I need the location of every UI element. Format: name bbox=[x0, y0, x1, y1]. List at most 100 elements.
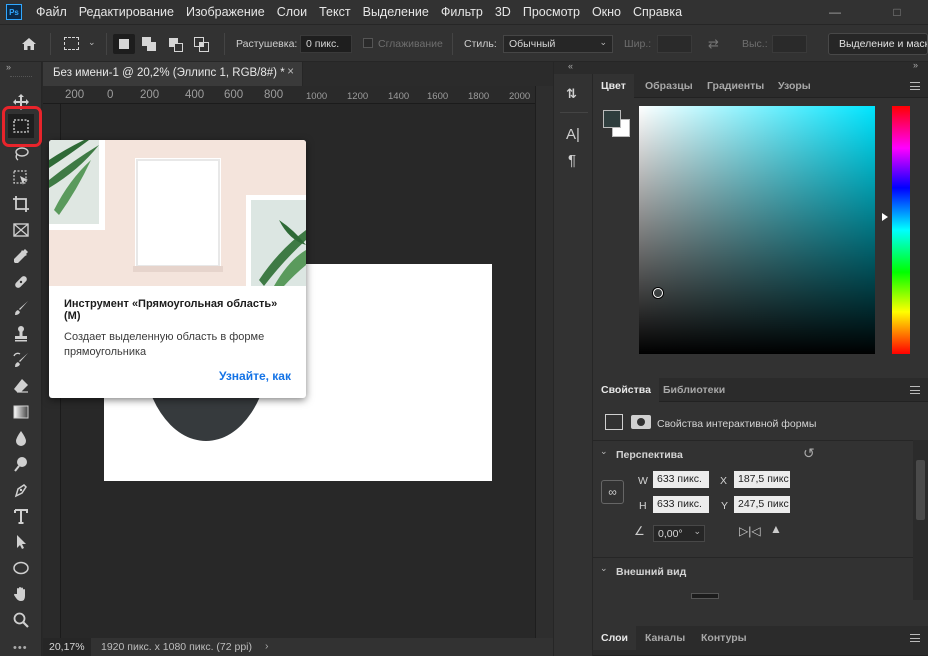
height-input[interactable] bbox=[772, 35, 807, 53]
crop-tool-icon[interactable] bbox=[8, 192, 34, 216]
foreground-color-swatch[interactable] bbox=[603, 110, 621, 128]
feather-input[interactable]: 0 пикс. bbox=[300, 35, 352, 53]
ruler-tick: 2000 bbox=[509, 91, 531, 102]
flip-vertical-icon[interactable]: ▲ bbox=[770, 522, 782, 536]
new-selection-button[interactable] bbox=[113, 34, 135, 54]
panel-menu-icon[interactable] bbox=[910, 634, 920, 642]
intersect-selection-button[interactable] bbox=[191, 34, 213, 54]
hue-slider-handle[interactable] bbox=[882, 213, 888, 221]
chevron-right-icon[interactable]: › bbox=[265, 640, 269, 652]
color-picker-cursor[interactable] bbox=[653, 288, 663, 298]
perspective-section[interactable]: ⌄ Перспектива ↺ bbox=[593, 440, 913, 466]
pen-tool-icon[interactable] bbox=[8, 478, 34, 502]
menu-help[interactable]: Справка bbox=[627, 0, 688, 24]
select-and-mask-button[interactable]: Выделение и маск bbox=[828, 33, 928, 55]
collapse-panels-icon[interactable]: » bbox=[913, 60, 918, 70]
path-selection-icon[interactable] bbox=[8, 530, 34, 554]
dodge-tool-icon[interactable] bbox=[8, 452, 34, 476]
properties-scrollbar[interactable] bbox=[913, 440, 928, 600]
ellipse-tool-icon[interactable] bbox=[8, 556, 34, 580]
tool-preset-picker[interactable]: ⌄ bbox=[60, 34, 100, 54]
stamp-tool-icon[interactable] bbox=[8, 322, 34, 346]
home-icon[interactable] bbox=[18, 34, 40, 54]
tab-color[interactable]: Цвет bbox=[593, 74, 634, 98]
subtract-from-selection-button[interactable] bbox=[165, 34, 187, 54]
angle-icon: ∠ bbox=[634, 524, 645, 538]
panel-menu-icon[interactable] bbox=[910, 82, 920, 90]
history-brush-icon[interactable] bbox=[8, 348, 34, 372]
maximize-icon[interactable]: □ bbox=[893, 5, 900, 19]
layers-panel-tabs: Слои Каналы Контуры bbox=[593, 626, 928, 656]
healing-brush-icon[interactable] bbox=[8, 270, 34, 294]
fill-swatch[interactable] bbox=[691, 593, 719, 599]
frame-tool-icon[interactable] bbox=[8, 218, 34, 242]
flip-horizontal-icon[interactable]: ▷|◁ bbox=[739, 524, 761, 538]
menu-select[interactable]: Выделение bbox=[357, 0, 435, 24]
width-input[interactable] bbox=[657, 35, 692, 53]
tab-libraries[interactable]: Библиотеки bbox=[655, 378, 733, 402]
document-tab[interactable]: Без имени-1 @ 20,2% (Эллипс 1, RGB/8#) *… bbox=[43, 62, 303, 86]
style-select[interactable]: Обычный ⌄ bbox=[503, 35, 613, 53]
menu-window[interactable]: Окно bbox=[586, 0, 627, 24]
tool-tooltip: Инструмент «Прямоугольная область» (M) С… bbox=[49, 140, 306, 398]
tab-paths[interactable]: Контуры bbox=[693, 626, 755, 650]
menu-edit[interactable]: Редактирование bbox=[73, 0, 180, 24]
brush-tool-icon[interactable] bbox=[8, 296, 34, 320]
menu-file[interactable]: Файл bbox=[30, 0, 73, 24]
scrollbar-thumb[interactable] bbox=[916, 460, 925, 520]
swap-dimensions-icon[interactable]: ⇄ bbox=[708, 36, 719, 52]
horizontal-ruler: 200 0 200 400 600 800 1000 1200 1400 160… bbox=[43, 86, 535, 104]
menu-image[interactable]: Изображение bbox=[180, 0, 271, 24]
chevron-down-icon: ⌄ bbox=[693, 526, 701, 536]
collapse-toolbar-icon[interactable]: » bbox=[6, 62, 11, 72]
tooltip-illustration bbox=[49, 140, 306, 286]
rectangular-marquee-icon bbox=[64, 37, 79, 50]
x-position-field[interactable]: 187,5 пикс bbox=[734, 471, 790, 488]
more-tools-icon[interactable]: ••• bbox=[13, 642, 28, 654]
character-panel-icon[interactable]: A| bbox=[566, 126, 580, 143]
y-position-field[interactable]: 247,5 пикс bbox=[734, 496, 790, 513]
link-dimensions-icon[interactable]: ∞ bbox=[601, 480, 624, 504]
document-info: 1920 пикс. x 1080 пикс. (72 ppi) bbox=[101, 641, 253, 653]
height-field[interactable]: 633 пикс. bbox=[653, 496, 709, 513]
hand-tool-icon[interactable] bbox=[8, 582, 34, 606]
reset-icon[interactable]: ↺ bbox=[803, 445, 815, 462]
color-picker-field[interactable] bbox=[639, 106, 875, 354]
antialias-checkbox[interactable] bbox=[363, 38, 373, 48]
ruler-tick: 800 bbox=[264, 89, 284, 101]
menu-3d[interactable]: 3D bbox=[489, 0, 517, 24]
learn-how-link[interactable]: Узнайте, как bbox=[219, 369, 291, 383]
menu-type[interactable]: Текст bbox=[313, 0, 356, 24]
menu-filter[interactable]: Фильтр bbox=[435, 0, 489, 24]
width-label: Шир.: bbox=[624, 38, 652, 50]
close-icon[interactable]: × bbox=[287, 66, 294, 78]
object-selection-icon[interactable] bbox=[8, 166, 34, 190]
eraser-tool-icon[interactable] bbox=[8, 374, 34, 398]
zoom-level[interactable]: 20,17% bbox=[43, 638, 91, 656]
menu-view[interactable]: Просмотр bbox=[517, 0, 586, 24]
menu-layers[interactable]: Слои bbox=[271, 0, 313, 24]
tab-channels[interactable]: Каналы bbox=[637, 626, 693, 650]
tab-patterns[interactable]: Узоры bbox=[770, 74, 819, 98]
tab-swatches[interactable]: Образцы bbox=[637, 74, 701, 98]
width-field[interactable]: 633 пикс. bbox=[653, 471, 709, 488]
minimize-icon[interactable]: — bbox=[822, 0, 848, 24]
tab-properties[interactable]: Свойства bbox=[593, 378, 659, 402]
appearance-section[interactable]: ⌄ Внешний вид bbox=[593, 557, 913, 583]
panel-menu-icon[interactable] bbox=[910, 386, 920, 394]
eyedropper-tool-icon[interactable] bbox=[8, 244, 34, 268]
tooltip-title: Инструмент «Прямоугольная область» (M) bbox=[64, 298, 278, 322]
add-to-selection-button[interactable] bbox=[139, 34, 161, 54]
hue-slider[interactable] bbox=[892, 106, 910, 354]
tab-gradients[interactable]: Градиенты bbox=[699, 74, 772, 98]
angle-field[interactable]: 0,00° ⌄ bbox=[653, 525, 705, 542]
document-vertical-scrollbar[interactable] bbox=[535, 86, 553, 638]
type-tool-icon[interactable] bbox=[8, 504, 34, 528]
tab-layers[interactable]: Слои bbox=[593, 626, 636, 650]
history-panel-icon[interactable]: ⇅ bbox=[566, 86, 577, 102]
paragraph-panel-icon[interactable]: ¶ bbox=[568, 152, 576, 169]
gradient-tool-icon[interactable] bbox=[8, 400, 34, 424]
blur-tool-icon[interactable] bbox=[8, 426, 34, 450]
expand-panels-icon[interactable]: « bbox=[568, 61, 573, 71]
zoom-tool-icon[interactable] bbox=[8, 608, 34, 632]
